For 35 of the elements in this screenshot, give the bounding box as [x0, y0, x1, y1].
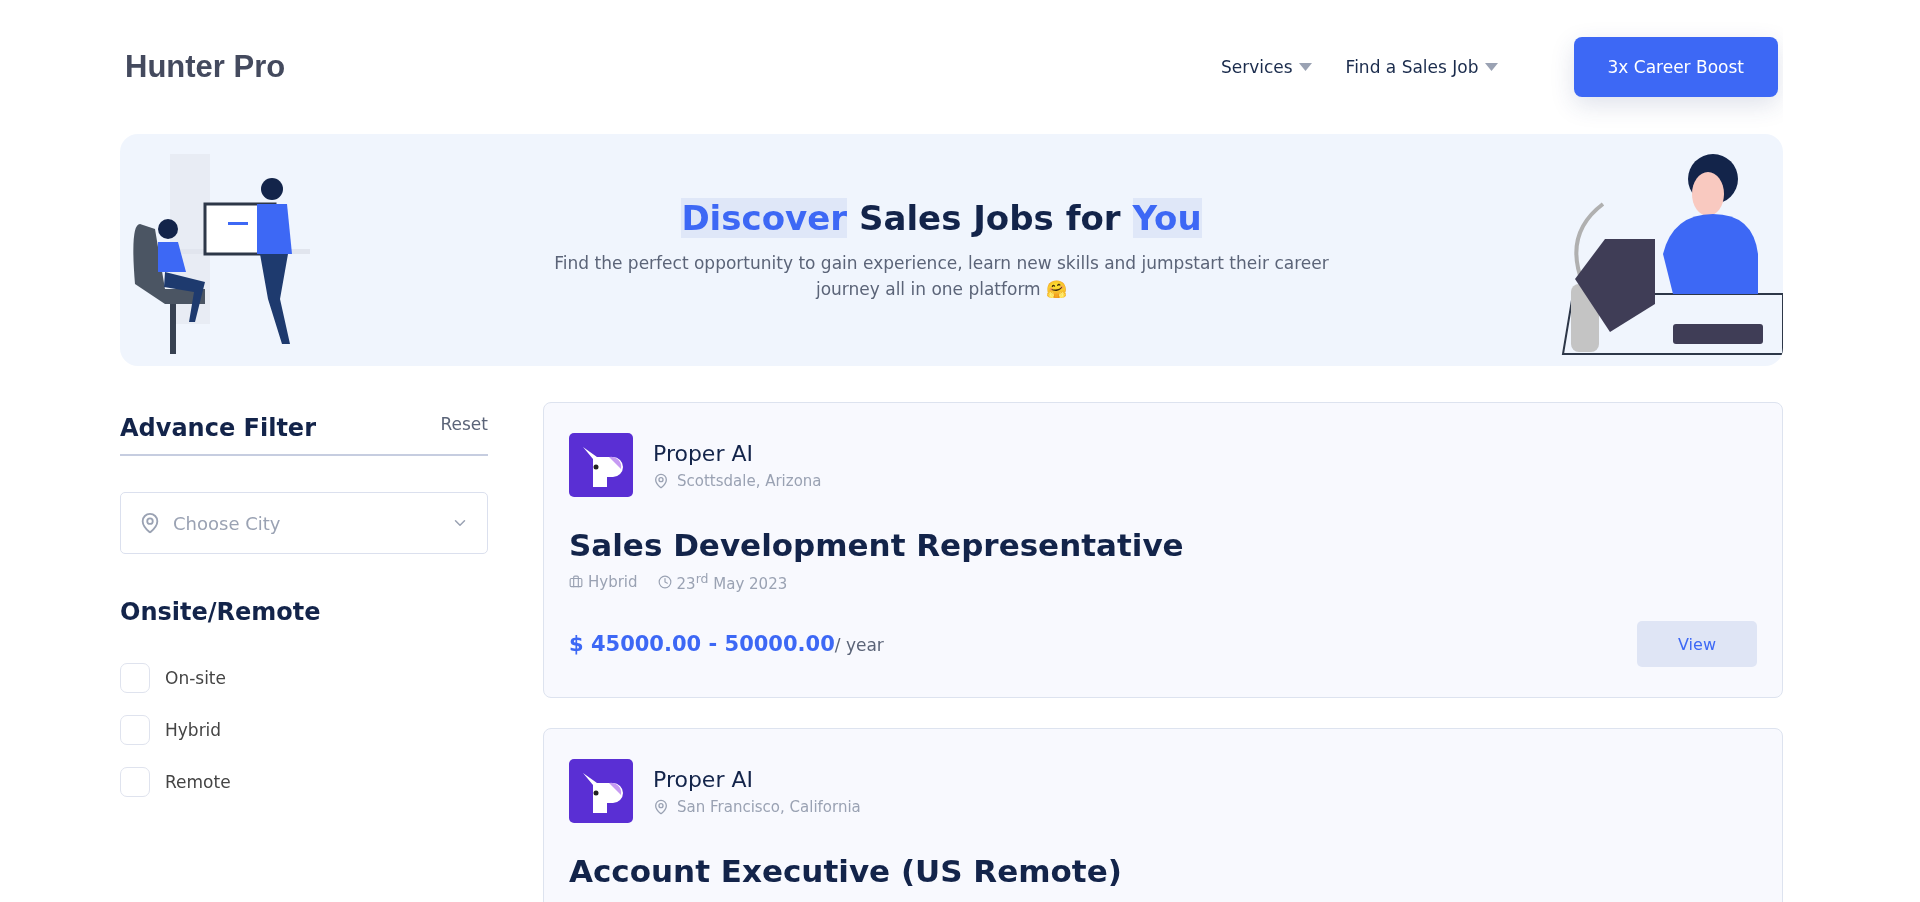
checkbox[interactable]: [120, 767, 150, 797]
job-type: Hybrid: [588, 573, 638, 591]
job-title: Account Executive (US Remote): [569, 853, 1123, 889]
caret-icon: [1298, 63, 1312, 71]
checkbox[interactable]: [120, 663, 150, 693]
job-date: 23$^{rd}$ May 2023: [676, 571, 788, 593]
reset-link[interactable]: Reset: [440, 414, 488, 434]
caret-icon: [1484, 63, 1498, 71]
hero-subtitle: Find the perfect opportunity to gain experience, learn new skills and jumpstart their career journey all in one platform 🤗: [553, 252, 1330, 301]
clock-icon: [657, 575, 672, 589]
location-pin-icon: [139, 512, 161, 534]
career-boost-button[interactable]: 3x Career Boost: [1573, 37, 1778, 97]
job-location: Scottsdale, Arizona: [677, 471, 822, 490]
location-pin-icon: [653, 798, 669, 815]
section-title: Onsite/Remote: [120, 598, 322, 626]
checkbox-label: Remote: [165, 772, 231, 792]
job-location: San Francisco, California: [677, 797, 861, 816]
company-logo: [569, 433, 633, 497]
checkbox[interactable]: [120, 715, 150, 745]
salary: $ 45000.00 - 50000.00: [569, 632, 835, 656]
nav-link[interactable]: Find a Sales Job: [1345, 57, 1498, 77]
logo[interactable]: Hunter Pro: [125, 49, 286, 85]
company-logo: [569, 759, 633, 823]
location-pin-icon: [653, 472, 669, 489]
company-name: Proper AI: [653, 440, 754, 466]
job-title: Sales Development Representative: [569, 527, 1185, 563]
briefcase-icon: [569, 575, 583, 589]
hero-title: Discover Sales Jobs for You: [680, 198, 1203, 238]
filter-title: Advance Filter: [120, 414, 316, 442]
company-name: Proper AI: [653, 766, 754, 792]
view-button[interactable]: View: [1637, 621, 1757, 667]
checkbox-label: Hybrid: [165, 720, 222, 740]
nav-link[interactable]: Services: [1220, 57, 1312, 77]
checkbox-label: On-site: [165, 668, 226, 688]
salary-period: / year: [834, 635, 884, 655]
